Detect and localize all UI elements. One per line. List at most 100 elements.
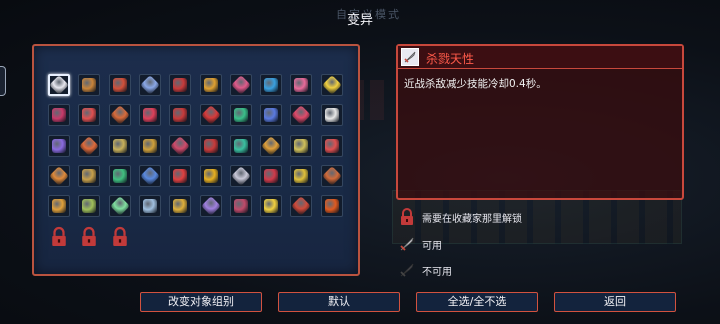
mutation-slot[interactable] bbox=[229, 134, 252, 157]
mutation-icon bbox=[170, 135, 191, 156]
mutation-icon bbox=[203, 168, 218, 183]
mutation-slot[interactable] bbox=[78, 164, 101, 187]
page-title: 变异 bbox=[346, 13, 373, 28]
mutation-slot[interactable] bbox=[48, 134, 70, 157]
mutation-icon bbox=[264, 78, 279, 92]
mutation-detail-panel: 杀戮天性 近战杀敌减少技能冷却0.4秒。 bbox=[396, 44, 684, 200]
mutation-slot[interactable] bbox=[229, 195, 252, 218]
mutation-icon bbox=[49, 165, 69, 186]
mutation-icon bbox=[321, 165, 342, 186]
mutation-slot[interactable] bbox=[320, 164, 343, 187]
mutation-icon bbox=[264, 199, 279, 214]
mutation-slot[interactable] bbox=[169, 134, 192, 157]
legend-available: 可用 bbox=[398, 234, 442, 254]
mutation-slot[interactable] bbox=[169, 164, 192, 187]
lock-icon bbox=[82, 226, 97, 246]
mutation-slot[interactable] bbox=[290, 164, 313, 187]
mutation-slot[interactable] bbox=[290, 104, 313, 127]
mutation-slot[interactable] bbox=[229, 74, 252, 96]
mutation-icon bbox=[294, 138, 309, 153]
mutation-slot[interactable] bbox=[260, 74, 283, 96]
side-tab-handle[interactable] bbox=[0, 66, 6, 96]
mutation-slot[interactable] bbox=[138, 104, 161, 127]
mutation-slot[interactable] bbox=[199, 164, 222, 187]
mutation-slot[interactable] bbox=[78, 134, 101, 157]
mutation-slot[interactable] bbox=[108, 134, 131, 157]
mutation-slot[interactable] bbox=[169, 104, 192, 127]
mutation-slot[interactable] bbox=[199, 74, 222, 96]
change-target-group-button[interactable]: 改变对象组别 bbox=[140, 292, 262, 312]
legend-label: 需要在收藏家那里解锁 bbox=[422, 213, 522, 225]
mutation-slot[interactable] bbox=[108, 104, 131, 127]
mutation-icon bbox=[203, 78, 218, 92]
mutation-icon bbox=[52, 138, 66, 153]
mutation-icon bbox=[233, 108, 248, 123]
mutation-icon bbox=[200, 196, 221, 217]
mutation-slot[interactable] bbox=[320, 134, 343, 157]
mutation-slot[interactable] bbox=[320, 74, 343, 96]
mutation-icon bbox=[324, 138, 339, 153]
mutation-icon bbox=[112, 78, 127, 92]
mutation-icon bbox=[173, 199, 188, 214]
legend-label: 可用 bbox=[422, 240, 442, 252]
mutation-slot[interactable] bbox=[78, 104, 101, 127]
sword-icon bbox=[401, 48, 419, 66]
mutation-slot[interactable] bbox=[169, 195, 192, 218]
mutation-slot[interactable] bbox=[260, 195, 283, 218]
mutation-slot[interactable] bbox=[108, 164, 131, 187]
legend-label: 不可用 bbox=[422, 266, 452, 278]
back-button[interactable]: 返回 bbox=[554, 292, 676, 312]
mutation-slot[interactable] bbox=[48, 74, 70, 96]
mutation-icon bbox=[79, 135, 100, 156]
mutation-slot[interactable] bbox=[138, 74, 161, 96]
mutation-slot[interactable] bbox=[199, 104, 222, 127]
mutation-slot[interactable] bbox=[199, 134, 222, 157]
mutation-slot[interactable] bbox=[78, 195, 101, 218]
mutation-slot[interactable] bbox=[138, 134, 161, 157]
mutation-slot[interactable] bbox=[48, 195, 70, 218]
mutation-slot[interactable] bbox=[320, 195, 343, 218]
mutation-grid-panel bbox=[32, 44, 360, 276]
mutation-icon bbox=[139, 165, 160, 186]
locked-mutation-slot[interactable] bbox=[48, 226, 70, 248]
mutation-icon bbox=[112, 138, 127, 153]
lock-icon bbox=[112, 226, 127, 246]
mutation-slot[interactable] bbox=[260, 104, 283, 127]
mutation-icon bbox=[142, 138, 157, 153]
mutation-slot[interactable] bbox=[108, 195, 131, 218]
mutation-icon bbox=[294, 168, 309, 183]
mutation-slot[interactable] bbox=[290, 195, 313, 218]
mutation-slot[interactable] bbox=[138, 195, 161, 218]
mutation-slot[interactable] bbox=[229, 164, 252, 187]
mutation-slot[interactable] bbox=[78, 74, 101, 96]
mutation-slot[interactable] bbox=[169, 74, 192, 96]
mutation-name: 杀戮天性 bbox=[426, 52, 475, 66]
mutation-slot[interactable] bbox=[260, 164, 283, 187]
mutation-slot[interactable] bbox=[320, 104, 343, 127]
mutation-slot[interactable] bbox=[290, 74, 313, 96]
mutation-slot[interactable] bbox=[108, 74, 131, 96]
mutation-description: 近战杀敌减少技能冷却0.4秒。 bbox=[404, 78, 547, 90]
locked-mutation-slot[interactable] bbox=[78, 226, 100, 248]
default-button[interactable]: 默认 bbox=[278, 292, 400, 312]
lock-icon bbox=[52, 226, 66, 246]
mutation-icon bbox=[173, 78, 188, 92]
mutation-icon bbox=[139, 75, 160, 95]
select-all-button[interactable]: 全选/全不选 bbox=[416, 292, 538, 312]
mutation-icon bbox=[82, 199, 97, 214]
mutation-slot[interactable] bbox=[138, 164, 161, 187]
mutation-icon bbox=[230, 75, 251, 95]
mutation-slot[interactable] bbox=[48, 164, 70, 187]
mutation-slot[interactable] bbox=[199, 195, 222, 218]
locked-mutation-slot[interactable] bbox=[109, 226, 131, 248]
mutation-slot[interactable] bbox=[290, 134, 313, 157]
mutation-icon bbox=[233, 199, 248, 214]
mutation-slot[interactable] bbox=[229, 104, 252, 127]
sword-disabled-icon bbox=[398, 261, 416, 279]
sword-icon bbox=[398, 235, 416, 253]
mutation-slot[interactable] bbox=[260, 134, 283, 157]
mutation-icon bbox=[49, 75, 69, 95]
mutation-slot[interactable] bbox=[48, 104, 70, 127]
lock-icon bbox=[398, 208, 416, 226]
mutation-icon bbox=[52, 108, 66, 123]
